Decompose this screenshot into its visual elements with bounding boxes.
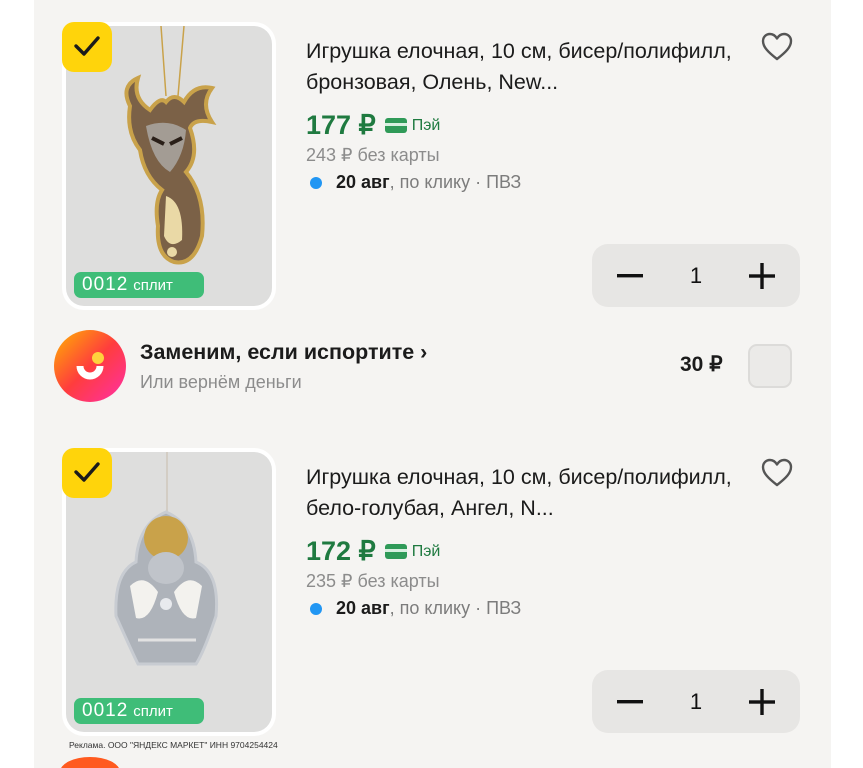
heart-icon[interactable] xyxy=(760,32,794,62)
product-title[interactable]: Игрушка елочная, 10 см, бисер/полифилл, … xyxy=(306,462,746,524)
decrease-button[interactable] xyxy=(598,244,662,307)
increase-button[interactable] xyxy=(730,244,794,307)
price: 172 ₽ xyxy=(306,536,376,566)
pay-label: Пэй xyxy=(411,116,441,134)
delivery-date: 20 авг xyxy=(336,172,390,192)
pay-label: Пэй xyxy=(411,542,441,560)
service-checkbox[interactable] xyxy=(748,344,792,388)
card-icon xyxy=(384,118,407,133)
cart-item-angel: 0012 сплит Игрушка елочная, 10 см, бисер… xyxy=(34,426,831,736)
old-price: 243 ₽ без карты xyxy=(306,145,440,165)
product-title[interactable]: Игрушка елочная, 10 см, бисер/полифилл, … xyxy=(306,36,746,98)
service-subtitle: Или вернём деньги xyxy=(140,372,302,392)
delivery-dot-icon xyxy=(310,176,322,189)
split-number: 0012 xyxy=(82,274,129,295)
delivery-date: 20 авг xyxy=(336,598,390,618)
delivery-info: 20 авг , по клику · ПВЗ xyxy=(306,598,521,619)
heart-icon[interactable] xyxy=(760,458,794,488)
minus-icon xyxy=(617,699,643,703)
decrease-button[interactable] xyxy=(598,670,662,733)
delivery-info: 20 авг , по клику · ПВЗ xyxy=(306,172,521,193)
price-row: 172 ₽ Пэй xyxy=(306,536,440,567)
split-number: 0012 xyxy=(82,700,129,721)
card-icon xyxy=(384,544,407,559)
quantity-stepper: 1 xyxy=(592,670,800,733)
service-title[interactable]: Заменим, если испортите › xyxy=(140,340,427,365)
select-item-checkbox[interactable] xyxy=(62,448,112,498)
quantity-value: 1 xyxy=(689,688,703,714)
old-price: 235 ₽ без карты xyxy=(306,571,440,591)
increase-button[interactable] xyxy=(730,670,794,733)
split-label: сплит xyxy=(133,276,173,294)
plus-icon xyxy=(749,262,775,289)
ad-disclaimer: Реклама. ООО "ЯНДЕКС МАРКЕТ" ИНН 9704254… xyxy=(69,740,278,750)
split-badge: 0012 сплит xyxy=(74,698,204,724)
split-badge: 0012 сплит xyxy=(74,272,204,298)
plus-icon xyxy=(749,688,775,715)
minus-icon xyxy=(617,273,643,277)
cart-page: 0012 сплит Игрушка елочная, 10 см, бисер… xyxy=(0,0,863,768)
quantity-stepper: 1 xyxy=(592,244,800,307)
delivery-dot-icon xyxy=(310,602,322,615)
service-price: 30 ₽ xyxy=(680,353,723,376)
quantity-value: 1 xyxy=(689,262,703,288)
check-icon xyxy=(74,36,100,56)
price-row: 177 ₽ Пэй xyxy=(306,110,440,141)
damage-protection-service: Заменим, если испортите › Или вернём ден… xyxy=(34,326,831,406)
select-item-checkbox[interactable] xyxy=(62,22,112,72)
check-icon xyxy=(74,462,100,482)
cart-item-deer: 0012 сплит Игрушка елочная, 10 см, бисер… xyxy=(34,0,831,310)
split-label: сплит xyxy=(133,702,173,720)
service-logo-icon xyxy=(54,330,126,402)
price: 177 ₽ xyxy=(306,110,376,140)
delivery-details: , по клику · ПВЗ xyxy=(389,172,522,192)
delivery-details: , по клику · ПВЗ xyxy=(389,598,522,618)
